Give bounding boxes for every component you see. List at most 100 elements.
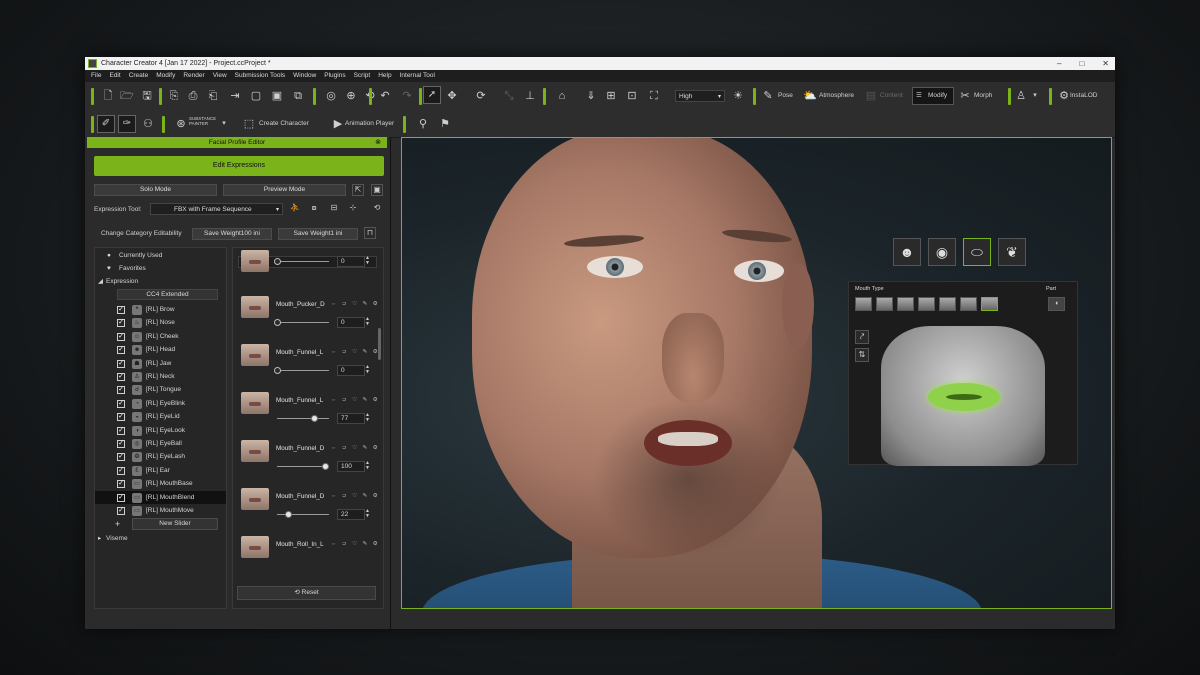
mouth-3d-preview[interactable] (881, 326, 1045, 466)
add-point-icon[interactable]: ⤤ (855, 330, 869, 344)
checkbox[interactable]: ✓ (117, 346, 125, 355)
quality-select[interactable]: High ▾ (675, 90, 725, 102)
menu-internal-tool[interactable]: Internal Tool (400, 70, 435, 82)
open-folder-icon[interactable]: 🗁 (120, 89, 134, 103)
checkbox[interactable]: ✓ (117, 507, 125, 515)
spinner-icon[interactable]: ▲ ▼ (364, 509, 371, 520)
export-icon[interactable]: ⇱ (352, 184, 364, 196)
expression-tool-select[interactable]: FBX with Frame Sequence ▾ (150, 203, 283, 215)
send-icon[interactable]: ⇥ (228, 89, 242, 103)
expression-thumbnail[interactable] (241, 344, 269, 366)
mouth-type-7[interactable] (981, 297, 998, 311)
layout-icon[interactable]: ⊟ (328, 203, 340, 215)
run-icon[interactable]: ⛹ (289, 203, 301, 215)
3d-viewport[interactable]: ☻ ◉ ⬭ ❦ Mouth Type Part ◖ ⤤ ⇅ (401, 137, 1112, 609)
part-tongue-button[interactable]: ❦ (998, 238, 1026, 266)
select-arrow-icon[interactable]: ➚ (423, 86, 441, 104)
scale-icon[interactable]: ⤡ (502, 89, 516, 103)
chevron-down-icon[interactable]: ▾ (1028, 89, 1042, 103)
camera-orbit-icon[interactable]: ◎ (324, 89, 338, 103)
fit-down-icon[interactable]: ⇓ (584, 89, 598, 103)
slider-action-icons[interactable]: ⇔ ⊃ ♡ ✎ ⚙ (331, 493, 380, 499)
substance-icon[interactable]: ⊛ (174, 117, 188, 131)
save-icon[interactable]: 🖫 (140, 89, 154, 103)
tree-viseme[interactable]: ▸ Viseme (95, 532, 226, 545)
slider-knob[interactable] (322, 463, 329, 470)
mouth-type-1[interactable] (855, 297, 872, 311)
fit-all-icon[interactable]: ⊡ (625, 89, 639, 103)
slider-knob[interactable] (274, 319, 281, 326)
minimize-button[interactable]: – (1057, 57, 1061, 70)
slider-value-input[interactable]: 0 (337, 317, 365, 328)
slider-value-input[interactable]: 100 (337, 461, 365, 472)
menu-render[interactable]: Render (183, 70, 204, 82)
tree-favorites[interactable]: ♥ Favorites (95, 262, 226, 275)
tree-item[interactable]: ✓ ▭ [RL] MouthMove (95, 504, 226, 517)
mouth-type-4[interactable] (918, 297, 935, 311)
checkbox[interactable]: ✓ (117, 332, 125, 341)
part-mouth-button[interactable]: ⬭ (963, 238, 991, 266)
morph-icon[interactable]: ✂ (958, 89, 972, 103)
expression-thumbnail[interactable] (241, 536, 269, 558)
spinner-icon[interactable]: ▲ ▼ (364, 256, 371, 267)
redo-icon[interactable]: ↷ (400, 89, 414, 103)
tree-item[interactable]: ✓ ♙ [RL] Neck (95, 370, 226, 383)
slider-value-input[interactable]: 77 (337, 413, 365, 424)
checkbox[interactable]: ✓ (117, 373, 125, 381)
refresh-icon[interactable]: ⟲ (371, 203, 383, 215)
flag-icon[interactable]: ⚑ (438, 117, 452, 131)
create-character-icon[interactable]: ⬚ (242, 117, 256, 131)
modify-button[interactable]: ☰ Modify (912, 87, 954, 105)
screenshot-icon[interactable]: ⧉ (291, 89, 305, 103)
face-select-icon[interactable]: ✑ (118, 115, 136, 133)
tree-item[interactable]: ✓ ☺ [RL] Cheek (95, 330, 226, 343)
mouth-type-5[interactable] (939, 297, 956, 311)
tree-item[interactable]: ✓ ◔ [RL] EyeBlink (95, 397, 226, 410)
tree-item[interactable]: ✓ ℇ [RL] Ear (95, 464, 226, 477)
checkbox[interactable]: ✓ (117, 306, 125, 314)
slider-track[interactable] (277, 511, 329, 518)
content-icon[interactable]: ▤ (864, 89, 878, 103)
camera-icon[interactable]: ⧇ (308, 203, 320, 215)
undo-icon[interactable]: ↶ (378, 89, 392, 103)
tree-expression[interactable]: ◢ Expression (95, 275, 226, 288)
tree-item[interactable]: ✓ ❂ [RL] EyeLash (95, 450, 226, 463)
tree-item[interactable]: ✓ ❝ [RL] Brow (95, 303, 226, 316)
figure-icon[interactable]: ♙ (1014, 89, 1028, 103)
slider-knob[interactable] (274, 258, 281, 265)
atmosphere-icon[interactable]: ⛅ (803, 89, 817, 103)
align-icon[interactable]: ⊹ (347, 203, 359, 215)
spinner-icon[interactable]: ▲ ▼ (364, 413, 371, 424)
slider-track[interactable] (274, 258, 329, 265)
tree-item[interactable]: ✓ ◒ [RL] EyeLid (95, 410, 226, 423)
lock-icon[interactable]: ⊓ (364, 227, 376, 239)
menu-help[interactable]: Help (378, 70, 391, 82)
slider-action-icons[interactable]: ⇔ ⊃ ♡ ✎ ⚙ (331, 349, 380, 355)
new-file-icon[interactable]: 🗋 (101, 89, 115, 103)
face-edit-icon[interactable]: ✐ (97, 115, 115, 133)
import-icon[interactable]: ⎘ (167, 89, 181, 103)
home-icon[interactable]: ⌂ (555, 89, 569, 103)
menu-modify[interactable]: Modify (156, 70, 175, 82)
morph-button[interactable]: Morph (974, 90, 992, 102)
slider-track[interactable] (277, 463, 329, 470)
menu-view[interactable]: View (213, 70, 227, 82)
tree-item[interactable]: ✓ ♨ [RL] Nose (95, 316, 226, 329)
preview-mode-button[interactable]: Preview Mode (223, 184, 346, 196)
tree-item[interactable]: ✓ ▭ [RL] MouthBase (95, 477, 226, 490)
menu-plugins[interactable]: Plugins (324, 70, 345, 82)
spinner-icon[interactable]: ▲ ▼ (364, 317, 371, 328)
save-weight100-button[interactable]: Save Weight100 ini (192, 228, 272, 240)
slider-track[interactable] (274, 319, 329, 326)
expression-thumbnail[interactable] (241, 440, 269, 462)
menu-create[interactable]: Create (129, 70, 149, 82)
save-icon[interactable]: ▣ (371, 184, 383, 196)
menu-file[interactable]: File (91, 70, 101, 82)
slider-value-input[interactable]: 0 (337, 365, 365, 376)
content-button[interactable]: Content (880, 90, 903, 102)
close-panel-icon[interactable]: ⊗ (375, 137, 381, 148)
checkbox[interactable]: ✓ (117, 453, 125, 462)
slider-action-icons[interactable]: ⇔ ⊃ ♡ ✎ ⚙ (331, 445, 380, 451)
slider-knob[interactable] (274, 367, 281, 374)
fit-view-icon[interactable]: ⛶ (647, 89, 661, 103)
